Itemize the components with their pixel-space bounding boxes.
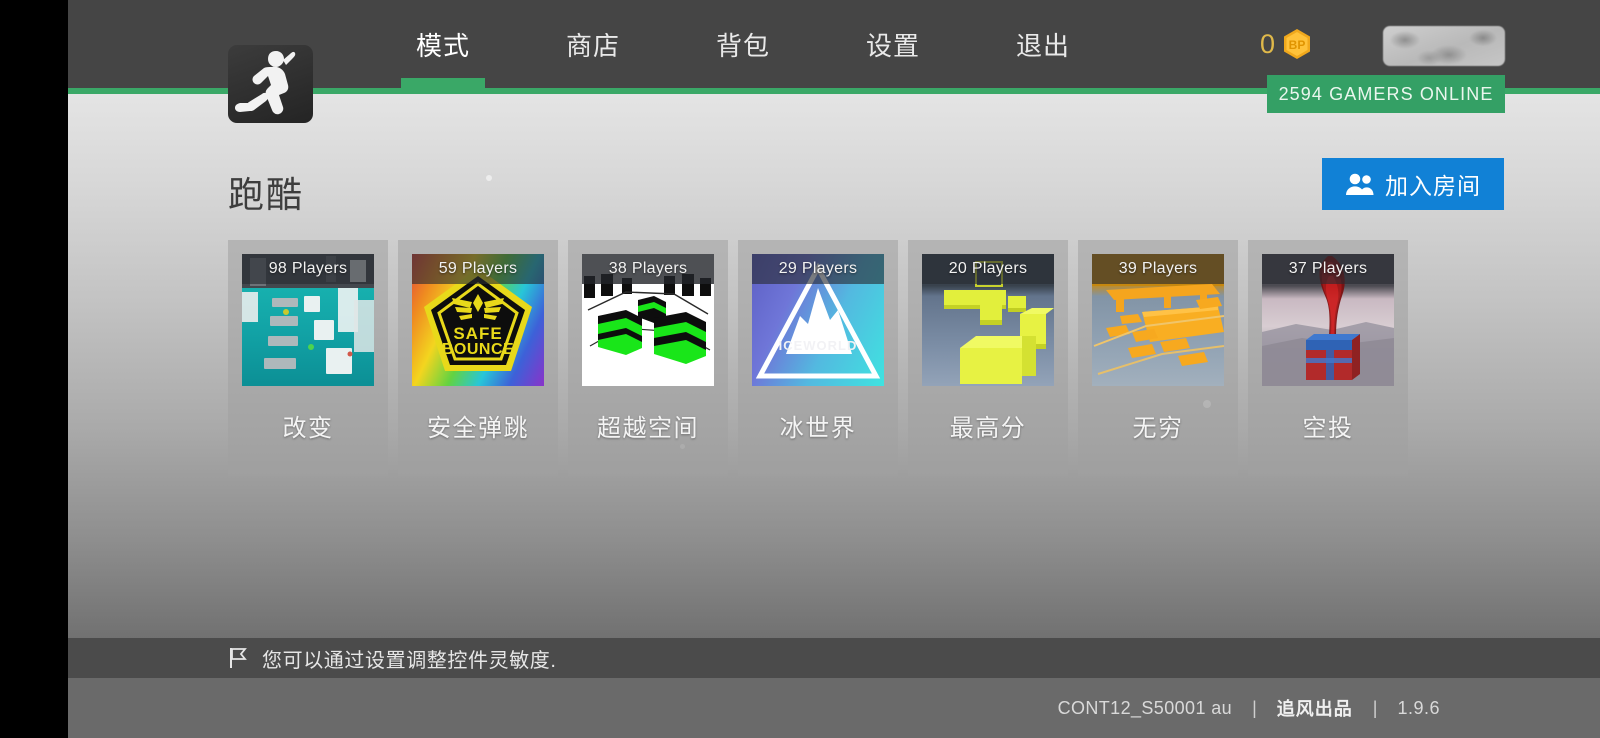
card-thumbnail: SAFE BOUNCE 59 Players	[412, 254, 544, 386]
currency-display[interactable]: 0 BP	[1260, 28, 1312, 60]
card-title: 无穷	[1132, 415, 1184, 442]
player-name-plate[interactable]	[1383, 26, 1505, 66]
game-mode-card[interactable]: ICEWORLD 29 Players 冰世界	[738, 240, 898, 476]
player-count-badge: 38 Players	[582, 254, 714, 284]
flag-icon	[230, 648, 247, 668]
brand-label: 追风出品	[1276, 699, 1353, 719]
running-man-glyph	[235, 51, 296, 115]
game-mode-card[interactable]: SAFE BOUNCE 59 Players 安全弹跳	[398, 240, 558, 476]
card-thumbnail: 20 Players	[922, 254, 1054, 386]
people-icon	[1346, 173, 1374, 195]
game-mode-card[interactable]: 38 Players 超越空间	[568, 240, 728, 476]
player-count-label: 38 Players	[608, 260, 688, 277]
player-count-label: 98 Players	[268, 260, 348, 277]
card-title: 安全弹跳	[427, 415, 529, 442]
card-title: 改变	[282, 415, 334, 442]
nav-item-exit[interactable]: 退出	[968, 0, 1118, 88]
player-count-label: 20 Players	[948, 260, 1028, 277]
letterbox-left	[0, 0, 68, 738]
player-count-badge: 39 Players	[1092, 254, 1224, 284]
card-thumbnail: ICEWORLD 29 Players	[752, 254, 884, 386]
card-title: 最高分	[949, 415, 1027, 442]
nav-label: 退出	[1015, 30, 1070, 61]
card-title: 冰世界	[779, 415, 857, 442]
version-label: 1.9.6	[1397, 697, 1440, 718]
nav-item-modes[interactable]: 模式	[368, 0, 518, 88]
card-thumbnail: 98 Players	[242, 254, 374, 386]
online-count-banner: 2594 GAMERS ONLINE	[1267, 75, 1505, 113]
nav-item-backpack[interactable]: 背包	[668, 0, 818, 88]
nav-label: 模式	[415, 30, 470, 61]
join-room-button[interactable]: 加入房间	[1322, 158, 1504, 210]
nav-label: 商店	[565, 30, 620, 61]
game-mode-card[interactable]: 37 Players 空投	[1248, 240, 1408, 476]
dust-speck	[486, 175, 492, 181]
player-count-badge: 98 Players	[242, 254, 374, 284]
svg-text:BOUNCE: BOUNCE	[442, 341, 514, 358]
currency-amount: 0	[1259, 28, 1275, 59]
footer-separator: |	[1372, 697, 1378, 718]
card-thumbnail: 39 Players	[1092, 254, 1224, 386]
footer-bar: CONT12_S50001 au | 追风出品 | 1.9.6	[68, 678, 1600, 738]
card-title: 超越空间	[597, 415, 699, 442]
player-count-label: 37 Players	[1288, 260, 1368, 277]
nav-item-settings[interactable]: 设置	[818, 0, 968, 88]
session-id: CONT12_S50001 au	[1057, 697, 1233, 718]
app-canvas: 模式 商店 背包 设置 退出 0 BP 2594 GAMERS ONLINE 跑…	[68, 0, 1600, 738]
game-mode-card[interactable]: 20 Players 最高分	[908, 240, 1068, 476]
card-thumbnail: 37 Players	[1262, 254, 1394, 386]
tip-bar: 您可以通过设置调整控件灵敏度.	[68, 638, 1600, 678]
player-count-label: 59 Players	[438, 260, 518, 277]
footer-separator: |	[1252, 697, 1257, 718]
svg-text:BP: BP	[1289, 38, 1306, 52]
tip-text: 您可以通过设置调整控件灵敏度.	[262, 649, 557, 672]
running-man-logo-icon[interactable]	[228, 45, 313, 123]
bp-coin-icon: BP	[1282, 28, 1312, 60]
main-nav: 模式 商店 背包 设置 退出	[368, 0, 1118, 88]
join-room-label: 加入房间	[1385, 173, 1481, 199]
nav-item-shop[interactable]: 商店	[518, 0, 668, 88]
svg-text:ICEWORLD: ICEWORLD	[779, 338, 858, 353]
game-screen: 模式 商店 背包 设置 退出 0 BP 2594 GAMERS ONLINE 跑…	[0, 0, 1600, 738]
player-count-label: 39 Players	[1118, 260, 1198, 277]
card-title: 空投	[1302, 415, 1354, 442]
nav-label: 设置	[865, 30, 920, 61]
online-count-label: 2594 GAMERS ONLINE	[1278, 83, 1494, 104]
game-mode-card-list: 98 Players 改变 SAFE BOUNCE 59 Players 安全弹…	[228, 240, 1408, 476]
player-count-badge: 37 Players	[1262, 254, 1394, 284]
player-count-badge: 59 Players	[412, 254, 544, 284]
game-mode-card[interactable]: 39 Players 无穷	[1078, 240, 1238, 476]
player-count-badge: 20 Players	[922, 254, 1054, 284]
game-mode-card[interactable]: 98 Players 改变	[228, 240, 388, 476]
player-count-badge: 29 Players	[752, 254, 884, 284]
nav-label: 背包	[715, 30, 770, 61]
card-thumbnail: 38 Players	[582, 254, 714, 386]
player-count-label: 29 Players	[778, 260, 858, 277]
content-area: 跑酷 加入房间 98 Players 改变 SAFE BOUNCE 59 Pla…	[68, 94, 1600, 638]
page-title: 跑酷	[228, 174, 305, 215]
